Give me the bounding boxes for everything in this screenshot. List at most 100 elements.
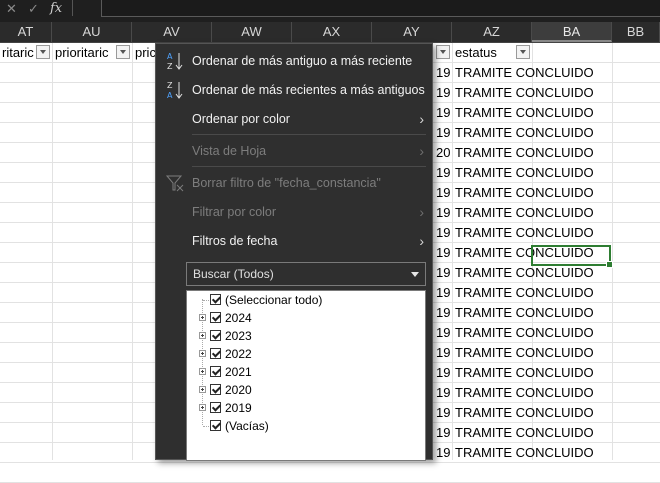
cell-ay[interactable]: 19 [436, 423, 452, 443]
expand-plus-icon[interactable] [199, 314, 206, 321]
cell-ay[interactable]: 19 [436, 443, 452, 463]
checkbox[interactable] [210, 312, 221, 323]
filter-dropdown-menu: A Z Ordenar de más antiguo a más recient… [155, 43, 433, 461]
cell-status[interactable]: TRAMITE CONCLUIDO [455, 403, 615, 423]
expand-plus-icon[interactable] [199, 386, 206, 393]
cell-status[interactable]: TRAMITE CONCLUIDO [455, 443, 615, 463]
cell-status[interactable]: TRAMITE CONCLUIDO [455, 103, 615, 123]
cell-ay[interactable]: 19 [436, 303, 452, 323]
cell-ay[interactable]: 19 [436, 163, 452, 183]
cell-ay[interactable]: 19 [436, 223, 452, 243]
formula-input[interactable] [101, 0, 660, 17]
sort-descending-icon: Z A [164, 77, 186, 103]
check-icon[interactable]: ✓ [28, 0, 39, 18]
cell-status[interactable]: TRAMITE CONCLUIDO [455, 343, 615, 363]
cell-ay[interactable]: 19 [436, 83, 452, 103]
filter-button-at[interactable] [36, 45, 50, 59]
cell-status[interactable]: TRAMITE CONCLUIDO [455, 303, 615, 323]
cell-ay[interactable]: 19 [436, 203, 452, 223]
filter-tree-item[interactable]: 2023 [187, 327, 425, 345]
expand-plus-icon[interactable] [199, 350, 206, 357]
cell-ay[interactable]: 19 [436, 183, 452, 203]
chevron-down-icon[interactable] [411, 272, 419, 277]
close-icon[interactable]: ✕ [6, 0, 17, 18]
column-header-at[interactable]: AT [0, 22, 52, 42]
menu-item-sort-ascending[interactable]: A Z Ordenar de más antiguo a más recient… [156, 48, 432, 74]
svg-text:Z: Z [167, 62, 173, 71]
cell-ay[interactable]: 20 [436, 143, 452, 163]
expand-plus-icon[interactable] [199, 368, 206, 375]
cell-status[interactable]: TRAMITE CONCLUIDO [455, 223, 615, 243]
column-header-ax[interactable]: AX [292, 22, 372, 42]
cell-ay[interactable]: 19 [436, 323, 452, 343]
filter-tree-label: 2020 [225, 383, 252, 397]
filter-tree-item[interactable]: 2022 [187, 345, 425, 363]
sheet-view-label: Vista de Hoja [192, 144, 267, 158]
cell-status[interactable]: TRAMITE CONCLUIDO [455, 183, 615, 203]
column-header-bb[interactable]: BB [612, 22, 660, 42]
column-header-aw[interactable]: AW [212, 22, 292, 42]
column-header-au[interactable]: AU [52, 22, 132, 42]
checkbox[interactable] [210, 330, 221, 341]
cell-ay[interactable]: 19 [436, 283, 452, 303]
cell-status[interactable]: TRAMITE CONCLUIDO [455, 163, 615, 183]
cell-status[interactable]: TRAMITE CONCLUIDO [455, 283, 615, 303]
checkbox[interactable] [210, 294, 221, 305]
active-cell[interactable] [531, 245, 613, 268]
filter-button-ay[interactable] [436, 45, 450, 59]
filter-button-az[interactable] [516, 45, 530, 59]
clear-filter-label: Borrar filtro de "fecha_constancia" [192, 176, 381, 190]
cell-status[interactable]: TRAMITE CONCLUIDO [455, 383, 615, 403]
filter-tree-item[interactable]: (Vacías) [187, 417, 425, 435]
menu-item-date-filters[interactable]: Filtros de fecha › [156, 228, 432, 254]
cell-ay[interactable]: 19 [436, 363, 452, 383]
cell-ay[interactable]: 19 [436, 123, 452, 143]
cell-ay[interactable]: 19 [436, 403, 452, 423]
menu-separator [192, 166, 426, 167]
menu-item-sort-descending[interactable]: Z A Ordenar de más recientes a más antig… [156, 77, 432, 103]
svg-text:A: A [167, 91, 173, 100]
cell-status[interactable]: TRAMITE CONCLUIDO [455, 83, 615, 103]
filter-tree-item[interactable]: 2020 [187, 381, 425, 399]
checkbox[interactable] [210, 348, 221, 359]
cell-status[interactable]: TRAMITE CONCLUIDO [455, 323, 615, 343]
cell-ay[interactable]: 19 [436, 103, 452, 123]
filter-value-tree[interactable]: (Seleccionar todo) 2024 2023 2022 2021 2020 20… [186, 290, 426, 461]
checkbox[interactable] [210, 402, 221, 413]
menu-item-sort-by-color[interactable]: Ordenar por color › [156, 106, 432, 132]
cell-ay[interactable]: 19 [436, 263, 452, 283]
column-header-av[interactable]: AV [132, 22, 212, 42]
header-cell-av[interactable]: pric [135, 43, 155, 63]
cell-status[interactable]: TRAMITE CONCLUIDO [455, 123, 615, 143]
grid-column-line [132, 43, 133, 460]
filter-tree-label: (Seleccionar todo) [225, 293, 323, 307]
column-header-ay[interactable]: AY [372, 22, 452, 42]
cell-ay[interactable]: 19 [436, 63, 452, 83]
column-header-ba[interactable]: BA [532, 22, 612, 42]
filter-tree-item[interactable]: 2019 [187, 399, 425, 417]
sort-ascending-icon: A Z [164, 48, 186, 74]
header-cell-az[interactable]: estatus [455, 43, 525, 63]
checkbox[interactable] [210, 420, 221, 431]
filter-tree-item[interactable]: 2021 [187, 363, 425, 381]
filter-tree-label: 2023 [225, 329, 252, 343]
cell-ay[interactable]: 19 [436, 343, 452, 363]
cell-ay[interactable]: 19 [436, 243, 452, 263]
cell-status[interactable]: TRAMITE CONCLUIDO [455, 203, 615, 223]
expand-plus-icon[interactable] [199, 332, 206, 339]
checkbox[interactable] [210, 384, 221, 395]
expand-plus-icon[interactable] [199, 404, 206, 411]
filter-tree-item[interactable]: 2024 [187, 309, 425, 327]
cell-status[interactable]: TRAMITE CONCLUIDO [455, 423, 615, 443]
checkbox[interactable] [210, 366, 221, 377]
filter-tree-item[interactable]: (Seleccionar todo) [187, 291, 425, 309]
cell-ay[interactable]: 19 [436, 383, 452, 403]
cell-status[interactable]: TRAMITE CONCLUIDO [455, 363, 615, 383]
column-header-az[interactable]: AZ [452, 22, 532, 42]
cell-status[interactable]: TRAMITE CONCLUIDO [455, 263, 615, 283]
filter-button-au[interactable] [116, 45, 130, 59]
cell-status[interactable]: TRAMITE CONCLUIDO [455, 143, 615, 163]
filter-search-input[interactable]: Buscar (Todos) [186, 262, 426, 286]
cell-status[interactable]: TRAMITE CONCLUIDO [455, 63, 615, 83]
function-icon[interactable]: fx [50, 0, 62, 18]
